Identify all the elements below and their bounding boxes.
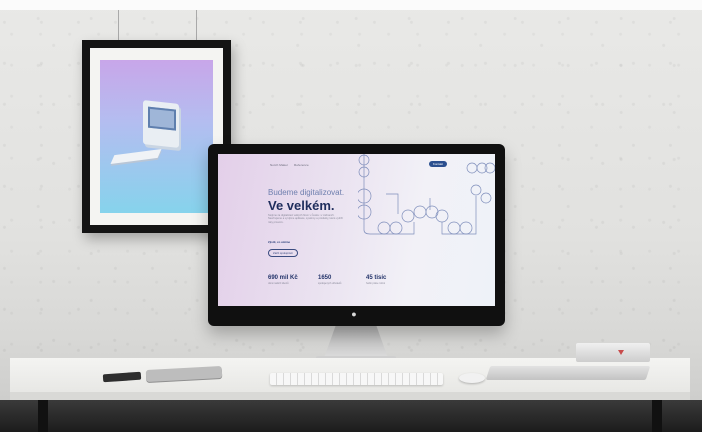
mac-mini-hub: [576, 343, 650, 362]
poster-wire-right: [196, 10, 197, 42]
workspace-scene: Notch Maker Reference Kontakt Budeme dig…: [0, 0, 702, 432]
stat-item: 690 mil Kč obrat našich klientů: [268, 275, 308, 285]
site-nav: Notch Maker Reference: [270, 163, 314, 167]
retro-computer-illustration: [143, 100, 179, 148]
hero-button[interactable]: Začít spolupráci: [268, 249, 298, 257]
stat-value: 690 mil Kč: [268, 275, 298, 281]
site-brand[interactable]: Notch Maker: [270, 163, 288, 167]
desk-leg-right: [652, 400, 662, 432]
stat-label: hodin práce ročně: [366, 282, 386, 285]
hero-paragraph: Stojíme za digitalizací velkých firem v …: [268, 214, 344, 224]
apple-logo-icon: ●: [351, 309, 357, 319]
hero-link[interactable]: Zjistit, co umíme: [268, 240, 290, 244]
site-contact-button[interactable]: Kontakt: [428, 161, 447, 167]
hero-title: Ve velkém.: [268, 198, 335, 213]
stat-label: obrat našich klientů: [268, 282, 289, 285]
poster-mat: [90, 48, 223, 225]
retro-keyboard-illustration: [110, 148, 162, 165]
monitor-screen-website: Notch Maker Reference Kontakt Budeme dig…: [218, 154, 495, 306]
hero-subtitle: Budeme digitalizovat.: [268, 188, 345, 197]
line-circle-pattern: [358, 154, 495, 235]
desktop-monitor: Notch Maker Reference Kontakt Budeme dig…: [208, 144, 505, 326]
site-nav-link[interactable]: Reference: [294, 163, 309, 167]
closed-laptop: [485, 366, 651, 380]
stat-value: 1650: [318, 275, 332, 281]
poster-wire-left: [118, 10, 119, 42]
desk-leg-left: [38, 400, 48, 432]
desk-front-edge: [10, 392, 690, 400]
under-desk-shadow: [0, 400, 702, 432]
stat-item: 45 tisíc hodin práce ročně: [366, 275, 406, 285]
keyboard: [270, 373, 443, 385]
mouse: [459, 373, 485, 383]
retro-computer-screen: [148, 106, 176, 131]
stat-value: 45 tisíc: [366, 275, 387, 281]
poster-artwork: [100, 60, 213, 213]
stat-item: 1650 spokojených uživatelů: [318, 275, 358, 285]
hub-status-light: [618, 350, 624, 355]
stat-label: spokojených uživatelů: [318, 282, 342, 285]
top-strip: [0, 0, 702, 10]
